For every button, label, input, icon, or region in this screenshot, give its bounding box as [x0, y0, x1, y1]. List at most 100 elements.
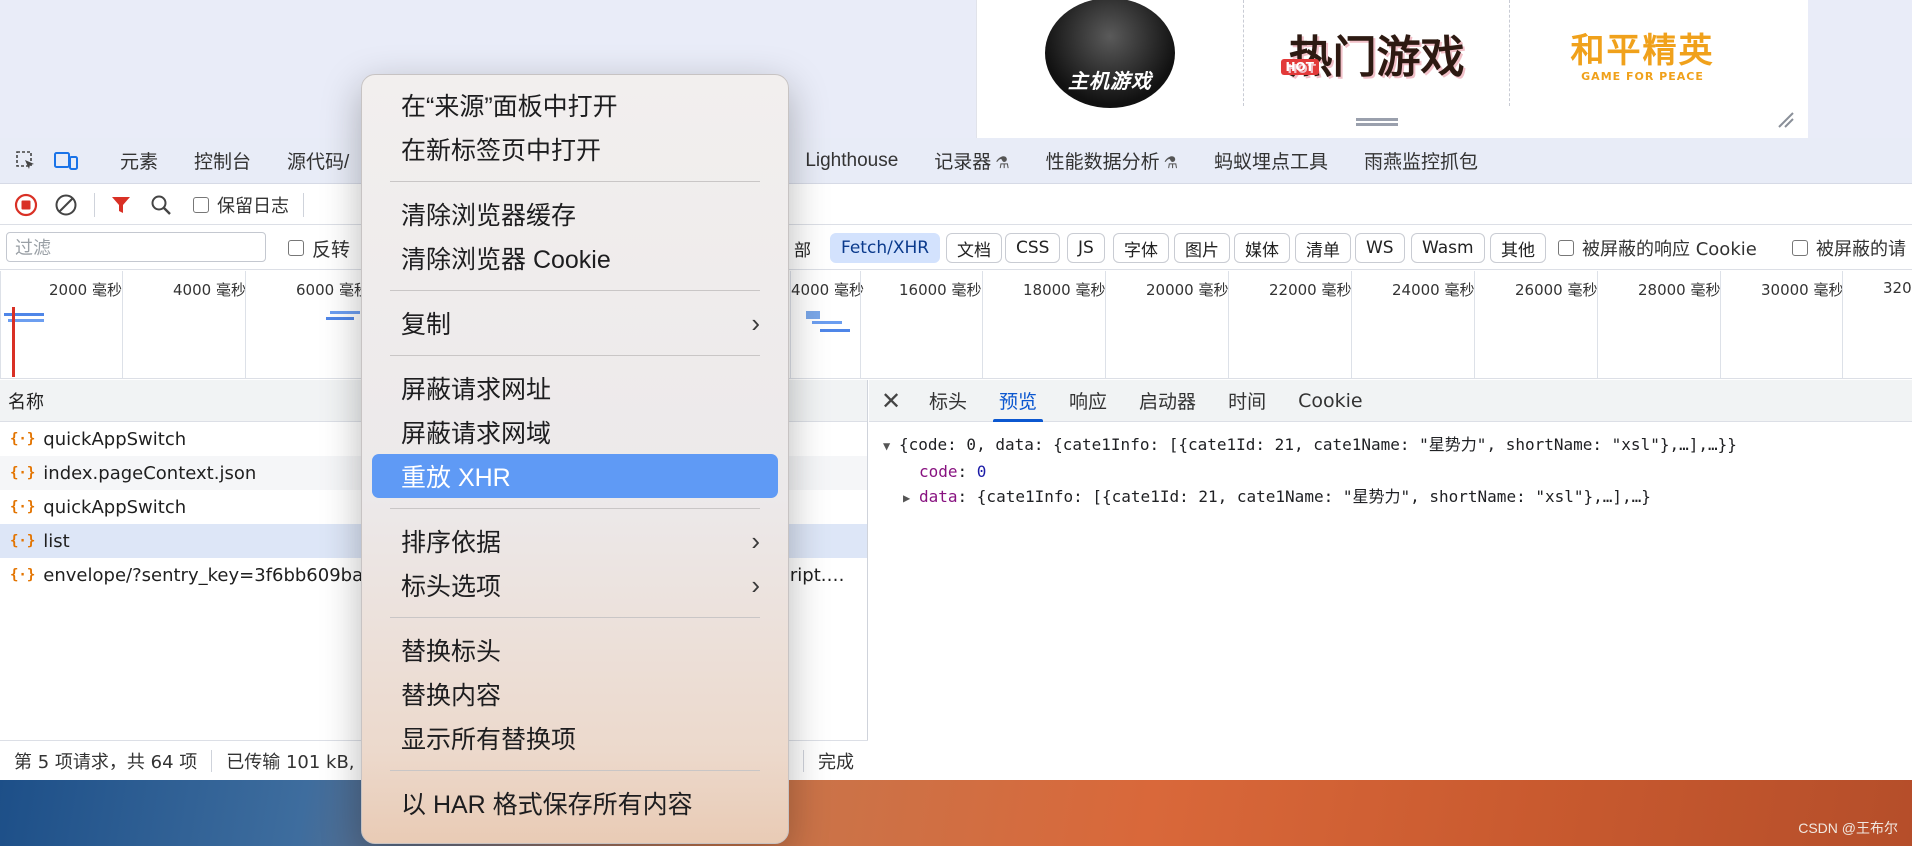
request-detail-pane: ✕ 标头 预览 响应 启动器 时间 Cookie ▼ {code: 0, data… [869, 380, 1912, 780]
game-tile-console[interactable]: 主机游戏 [977, 0, 1243, 108]
network-overview-timeline[interactable]: 2000 毫秒 4000 毫秒 6000 毫秒 4000 毫秒 16000 毫秒… [0, 271, 1912, 379]
menu-item-label: 排序依据 [401, 529, 502, 557]
load-marker [12, 307, 15, 377]
checkbox-box[interactable] [193, 196, 209, 213]
xhr-icon: {·} [10, 431, 36, 447]
tab-cookies[interactable]: Cookie [1282, 380, 1379, 422]
chip-manifest[interactable]: 清单 [1295, 233, 1351, 263]
tab-response[interactable]: 响应 [1053, 380, 1123, 422]
request-initiator: cript.… [780, 564, 845, 586]
menu-item-label: 替换标头 [401, 638, 502, 666]
inspect-element-icon[interactable] [12, 147, 40, 175]
chip-ws[interactable]: WS [1355, 233, 1405, 263]
tab-lighthouse[interactable]: Lighthouse [787, 150, 916, 172]
invert-checkbox[interactable]: 反转 [288, 226, 350, 270]
blocked-response-cookies-checkbox[interactable]: 被屏蔽的响应 Cookie [1558, 226, 1757, 270]
collapsed-triangle-icon[interactable]: ▶ [903, 486, 919, 511]
tab-initiator[interactable]: 启动器 [1123, 380, 1212, 422]
blocked-requests-label: 被屏蔽的请 [1816, 239, 1906, 260]
tab-headers[interactable]: 标头 [913, 380, 983, 422]
menu-item-block-domain[interactable]: 屏蔽请求网域 [372, 410, 778, 454]
menu-item-sort-by[interactable]: 排序依据 › [372, 519, 778, 563]
game-tile-peace[interactable]: 和平精英 GAME FOR PEACE [1509, 0, 1775, 106]
flask-icon: ⚗ [1163, 155, 1178, 172]
menu-item-override-content[interactable]: 替换内容 [372, 672, 778, 716]
tab-swift-monitor[interactable]: 雨燕监控抓包 [1346, 147, 1496, 174]
clear-icon[interactable] [52, 191, 80, 219]
chip-css[interactable]: CSS [1005, 233, 1061, 263]
stop-recording-icon[interactable] [12, 191, 40, 219]
blocked-requests-checkbox[interactable]: 被屏蔽的请 [1792, 226, 1906, 270]
json-number-value: 0 [976, 462, 987, 481]
close-icon[interactable]: ✕ [869, 387, 913, 415]
request-name: list [43, 530, 70, 552]
json-root-line[interactable]: ▼ {code: 0, data: {cate1Info: [{cate1Id: … [883, 432, 1898, 459]
tick-label: 4000 毫秒 [173, 281, 246, 299]
device-toolbar-icon[interactable] [52, 147, 80, 175]
chip-fetch-xhr[interactable]: Fetch/XHR [830, 233, 941, 263]
tab-recorder[interactable]: 记录器 ⚗ [916, 147, 1027, 174]
json-preview: ▼ {code: 0, data: {cate1Info: [{cate1Id: … [869, 422, 1912, 521]
chip-font[interactable]: 字体 [1113, 233, 1169, 263]
tab-timing[interactable]: 时间 [1212, 380, 1282, 422]
json-data-line[interactable]: ▶ data: {cate1Info: [{cate1Id: 21, cate1N… [883, 484, 1898, 511]
preserve-log-checkbox[interactable]: 保留日志 [193, 192, 289, 218]
hot-badge: HOT [1280, 59, 1319, 75]
request-name: envelope/?sentry_key=3f6bb609ba43 [43, 564, 387, 586]
checkbox-box[interactable] [1558, 240, 1574, 256]
tab-ant-tracking[interactable]: 蚂蚁埋点工具 [1196, 147, 1346, 174]
game-tile-hot[interactable]: 热门游戏 HOT [1243, 0, 1509, 106]
menu-item-block-url[interactable]: 屏蔽请求网址 [372, 366, 778, 410]
tick-label: 26000 毫秒 [1515, 281, 1598, 299]
tick-label: 18000 毫秒 [1023, 281, 1106, 299]
menu-item-clear-cache[interactable]: 清除浏览器缓存 [372, 192, 778, 236]
menu-item-save-har[interactable]: 以 HAR 格式保存所有内容 [372, 781, 778, 825]
menu-separator [390, 508, 760, 509]
chip-media[interactable]: 媒体 [1234, 233, 1290, 263]
menu-item-replay-xhr[interactable]: 重放 XHR [372, 454, 778, 498]
menu-item-clear-cookies[interactable]: 清除浏览器 Cookie [372, 236, 778, 280]
tab-sources[interactable]: 源代码/ [269, 147, 367, 174]
filter-icon[interactable] [107, 191, 135, 219]
toolbar-separator [303, 192, 304, 217]
timeline-tick: 24000 毫秒 [1351, 271, 1475, 378]
tick-label: 16000 毫秒 [899, 281, 982, 299]
menu-item-header-options[interactable]: 标头选项 › [372, 563, 778, 607]
devtools-tab-bar: 元素 控制台 源代码/ Lighthouse 记录器 ⚗ 性能数据分析 ⚗ 蚂蚁埋点… [0, 138, 1912, 184]
game-for-peace-logo: 和平精英 GAME FOR PEACE [1571, 23, 1715, 83]
expanded-triangle-icon[interactable]: ▼ [883, 434, 899, 459]
chip-js[interactable]: JS [1067, 233, 1105, 263]
tab-console[interactable]: 控制台 [176, 147, 269, 174]
xhr-icon: {·} [10, 465, 36, 481]
menu-item-label: 替换内容 [401, 682, 502, 710]
tab-performance-insights[interactable]: 性能数据分析 ⚗ [1028, 147, 1196, 174]
menu-item-override-headers[interactable]: 替换标头 [372, 628, 778, 672]
resize-corner-icon[interactable] [1776, 110, 1794, 128]
tick-label: 24000 毫秒 [1392, 281, 1475, 299]
timeline-tick: 3200 [1842, 271, 1912, 378]
tab-preview[interactable]: 预览 [983, 380, 1053, 422]
menu-item-label: 屏蔽请求网址 [401, 376, 552, 404]
search-icon[interactable] [147, 191, 175, 219]
drag-handle[interactable] [1356, 118, 1398, 126]
menu-item-show-all-overrides[interactable]: 显示所有替换项 [372, 716, 778, 760]
menu-item-copy[interactable]: 复制 › [372, 301, 778, 345]
menu-item-open-in-new-tab[interactable]: 在新标签页中打开 [372, 127, 778, 171]
checkbox-box[interactable] [1792, 240, 1808, 256]
chip-all-partial[interactable]: 部 [784, 233, 821, 263]
checkbox-box[interactable] [288, 240, 304, 256]
waterfall-bar [820, 329, 850, 332]
peace-logo-title: 和平精英 [1570, 31, 1715, 71]
chip-other[interactable]: 其他 [1490, 233, 1546, 263]
filter-input[interactable]: 过滤 [6, 232, 266, 262]
chip-doc[interactable]: 文档 [946, 233, 1002, 263]
menu-item-open-in-sources[interactable]: 在“来源”面板中打开 [372, 83, 778, 127]
menu-item-label: 在新标签页中打开 [401, 137, 602, 165]
chip-img[interactable]: 图片 [1174, 233, 1230, 263]
chip-wasm[interactable]: Wasm [1411, 233, 1485, 263]
tick-label: 22000 毫秒 [1269, 281, 1352, 299]
tab-elements[interactable]: 元素 [102, 147, 176, 174]
timeline-tick: 26000 毫秒 [1474, 271, 1598, 378]
tick-label: 28000 毫秒 [1638, 281, 1721, 299]
menu-item-label: 在“来源”面板中打开 [401, 93, 618, 121]
